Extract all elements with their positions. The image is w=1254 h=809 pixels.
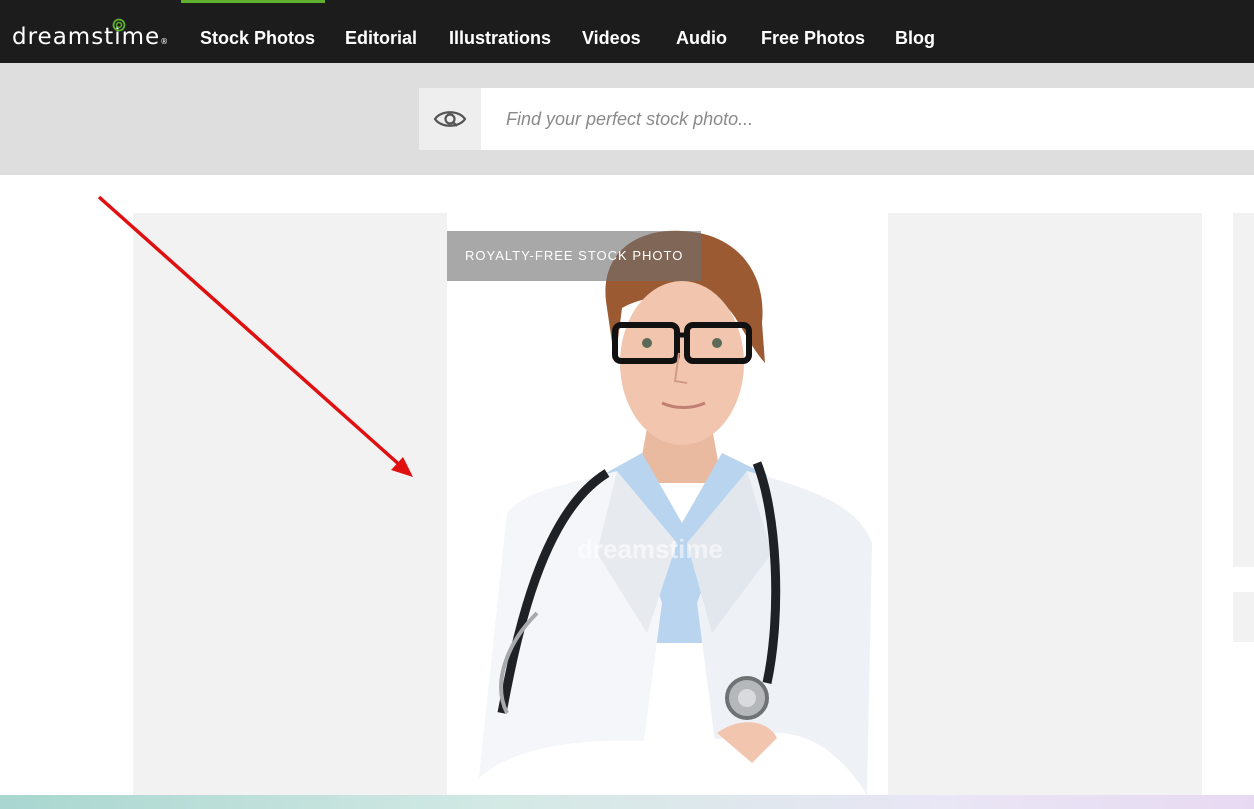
bottom-gradient-bar xyxy=(0,795,1254,809)
red-arrow-annotation xyxy=(97,195,413,477)
